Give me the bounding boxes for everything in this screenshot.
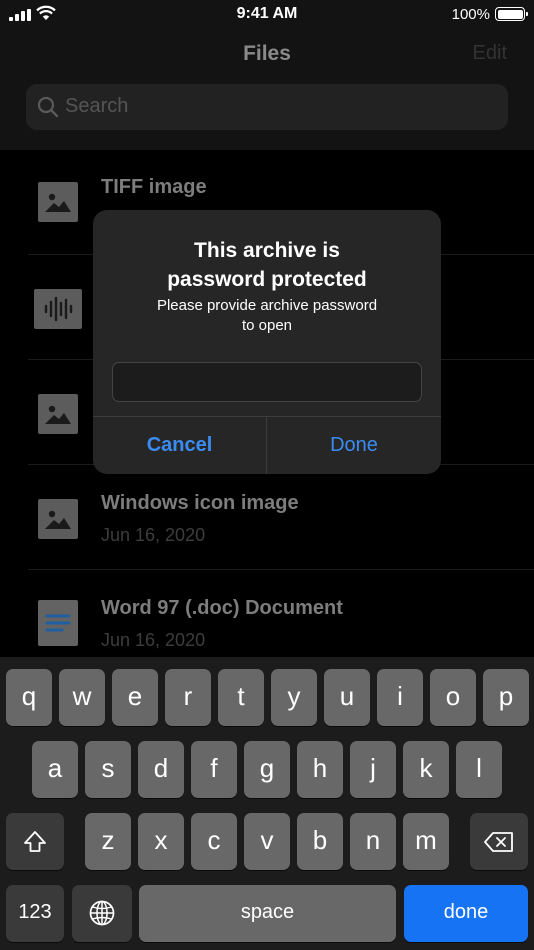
key-l[interactable]: l [456,741,502,798]
file-name: Windows icon image [101,492,299,514]
backspace-icon [484,832,513,852]
shift-key[interactable] [6,813,64,870]
key-e[interactable]: e [112,669,158,726]
dialog-message: Please provide archive password to open [156,297,378,334]
key-a[interactable]: a [32,741,78,798]
image-file-icon [38,394,78,434]
file-date: Jun 16, 2020 [101,525,206,545]
backspace-key[interactable] [470,813,528,870]
key-p[interactable]: p [483,669,529,726]
edit-button[interactable]: Edit [473,42,507,65]
document-file-icon [38,600,78,646]
key-k[interactable]: k [403,741,449,798]
page-title: Files [243,42,291,65]
done-button[interactable]: Done [267,417,441,474]
file-date: Jun 16, 2020 [101,630,206,650]
numbers-key[interactable]: 123 [6,885,64,942]
space-key[interactable]: space [139,885,396,942]
cancel-button[interactable]: Cancel [93,417,266,474]
status-bar: 9:41 AM 100% [0,0,534,30]
globe-icon [89,900,115,926]
file-name: TIFF image [101,176,207,198]
key-y[interactable]: y [271,669,317,726]
key-z[interactable]: z [85,813,131,870]
globe-key[interactable] [72,885,132,942]
search-icon [37,96,59,118]
navigation-header: Files Edit Search [0,30,534,150]
key-h[interactable]: h [297,741,343,798]
key-b[interactable]: b [297,813,343,870]
key-g[interactable]: g [244,741,290,798]
key-n[interactable]: n [350,813,396,870]
key-c[interactable]: c [191,813,237,870]
password-field[interactable] [112,362,422,402]
keyboard-done-key[interactable]: done [404,885,528,942]
dialog-title: This archive is password protected [167,239,367,291]
image-file-icon [38,499,78,539]
key-j[interactable]: j [350,741,396,798]
key-r[interactable]: r [165,669,211,726]
search-bar[interactable]: Search [26,84,508,130]
search-input[interactable]: Search [65,95,128,118]
key-d[interactable]: d [138,741,184,798]
audio-file-icon [34,289,82,329]
key-u[interactable]: u [324,669,370,726]
keyboard: q w e r t y u i o p a s d f g h j k l z … [0,657,534,950]
key-s[interactable]: s [85,741,131,798]
password-dialog: This archive is password protected Pleas… [93,210,441,474]
key-x[interactable]: x [138,813,184,870]
battery-icon [495,7,528,21]
key-w[interactable]: w [59,669,105,726]
key-i[interactable]: i [377,669,423,726]
key-o[interactable]: o [430,669,476,726]
shift-icon [24,831,46,852]
image-file-icon [38,182,78,222]
list-item[interactable]: Windows icon image Jun 16, 2020 [0,465,534,570]
file-name: Word 97 (.doc) Document [101,597,343,619]
key-m[interactable]: m [403,813,449,870]
battery-percent: 100% [451,6,490,23]
key-t[interactable]: t [218,669,264,726]
key-q[interactable]: q [6,669,52,726]
key-f[interactable]: f [191,741,237,798]
key-v[interactable]: v [244,813,290,870]
